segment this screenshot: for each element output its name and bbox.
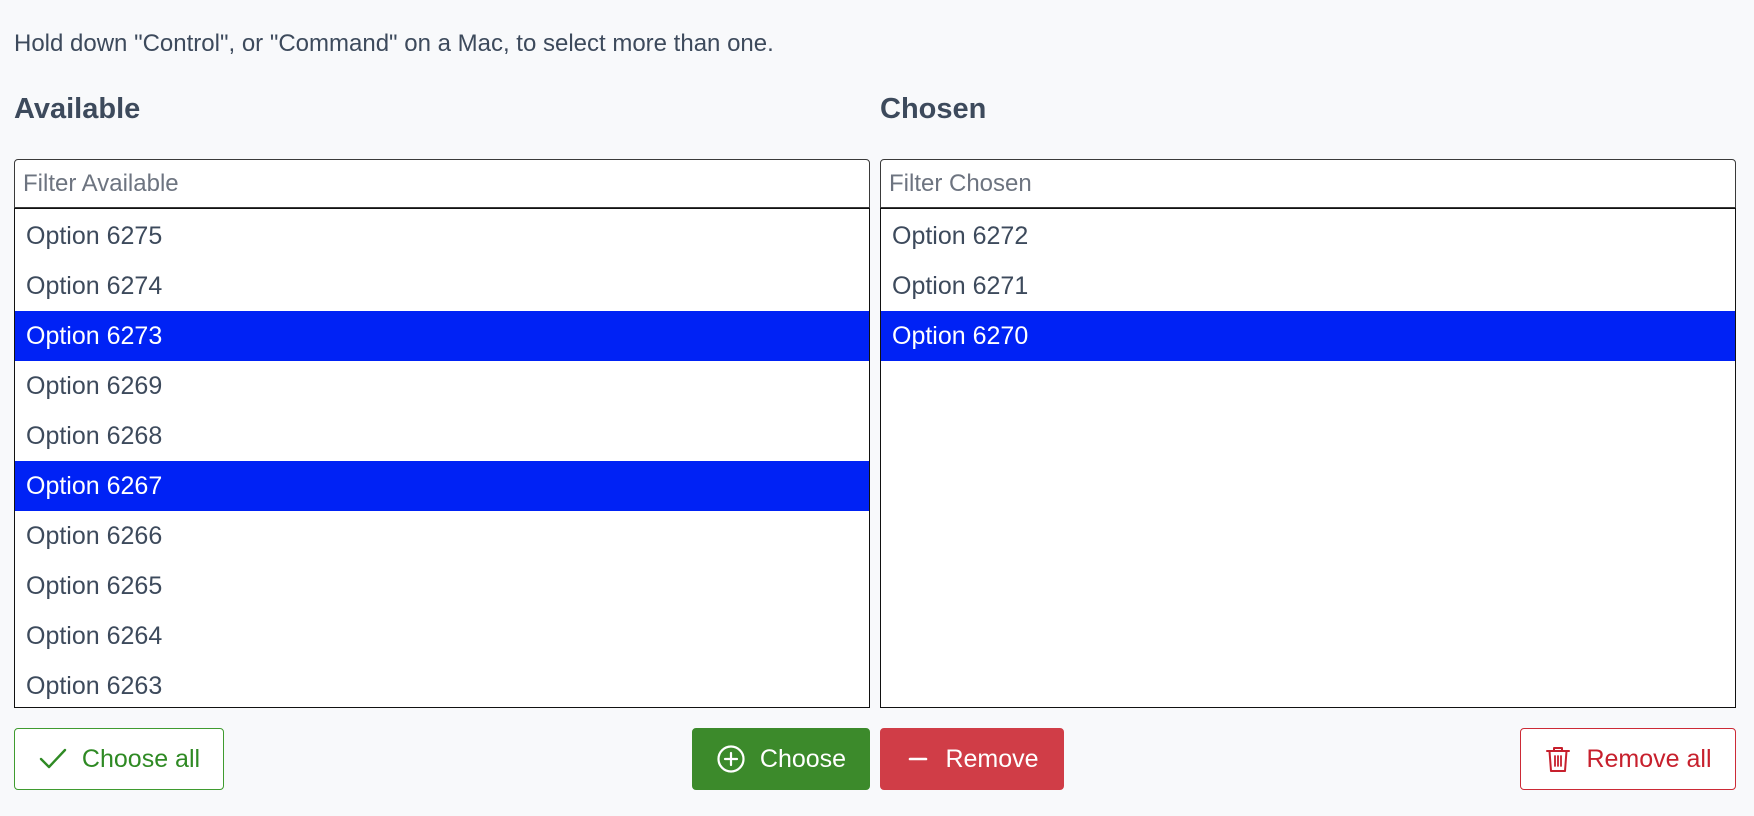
filter-chosen-input[interactable] [880, 159, 1736, 208]
dual-list-selector: Hold down "Control", or "Command" on a M… [0, 0, 1754, 816]
chosen-column: Chosen Option 6272Option 6271Option 6270 [880, 88, 1736, 708]
minus-icon [905, 746, 931, 772]
choose-button[interactable]: Choose [692, 728, 870, 790]
chosen-listbox[interactable]: Option 6272 Option 6271 Option 6270 [880, 208, 1736, 708]
available-listbox[interactable]: Option 6275 Option 6274 Option 6273 Option … [14, 208, 870, 708]
available-option[interactable]: Option 6266 [15, 511, 869, 561]
available-option[interactable]: Option 6264 [15, 611, 869, 661]
available-title: Available [14, 93, 141, 125]
remove-all-button[interactable]: Remove all [1520, 728, 1736, 790]
available-option[interactable]: Option 6263 [15, 661, 869, 707]
plus-circle-icon [716, 744, 746, 774]
remove-label: Remove [945, 744, 1039, 773]
chosen-title: Chosen [880, 93, 987, 125]
available-option[interactable]: Option 6274 [15, 261, 869, 311]
filter-available-input[interactable] [14, 159, 870, 208]
available-option[interactable]: Option 6267 [15, 461, 869, 511]
choose-all-label: Choose all [81, 744, 201, 773]
available-option[interactable]: Option 6275 [15, 211, 869, 261]
chosen-option[interactable]: Option 6270 [881, 311, 1735, 361]
trash-icon [1544, 744, 1572, 774]
check-icon [38, 744, 68, 774]
available-option[interactable]: Option 6273 [15, 311, 869, 361]
help-text: Hold down "Control", or "Command" on a M… [14, 30, 774, 57]
available-option[interactable]: Option 6268 [15, 411, 869, 461]
available-column: Available Option 6275Option 6274Option 6… [14, 88, 870, 708]
remove-all-label: Remove all [1586, 744, 1712, 773]
available-option[interactable]: Option 6269 [15, 361, 869, 411]
available-option[interactable]: Option 6265 [15, 561, 869, 611]
remove-button[interactable]: Remove [880, 728, 1064, 790]
choose-all-button[interactable]: Choose all [14, 728, 224, 790]
chosen-option[interactable]: Option 6271 [881, 261, 1735, 311]
chosen-option[interactable]: Option 6272 [881, 211, 1735, 261]
choose-label: Choose [759, 744, 847, 773]
